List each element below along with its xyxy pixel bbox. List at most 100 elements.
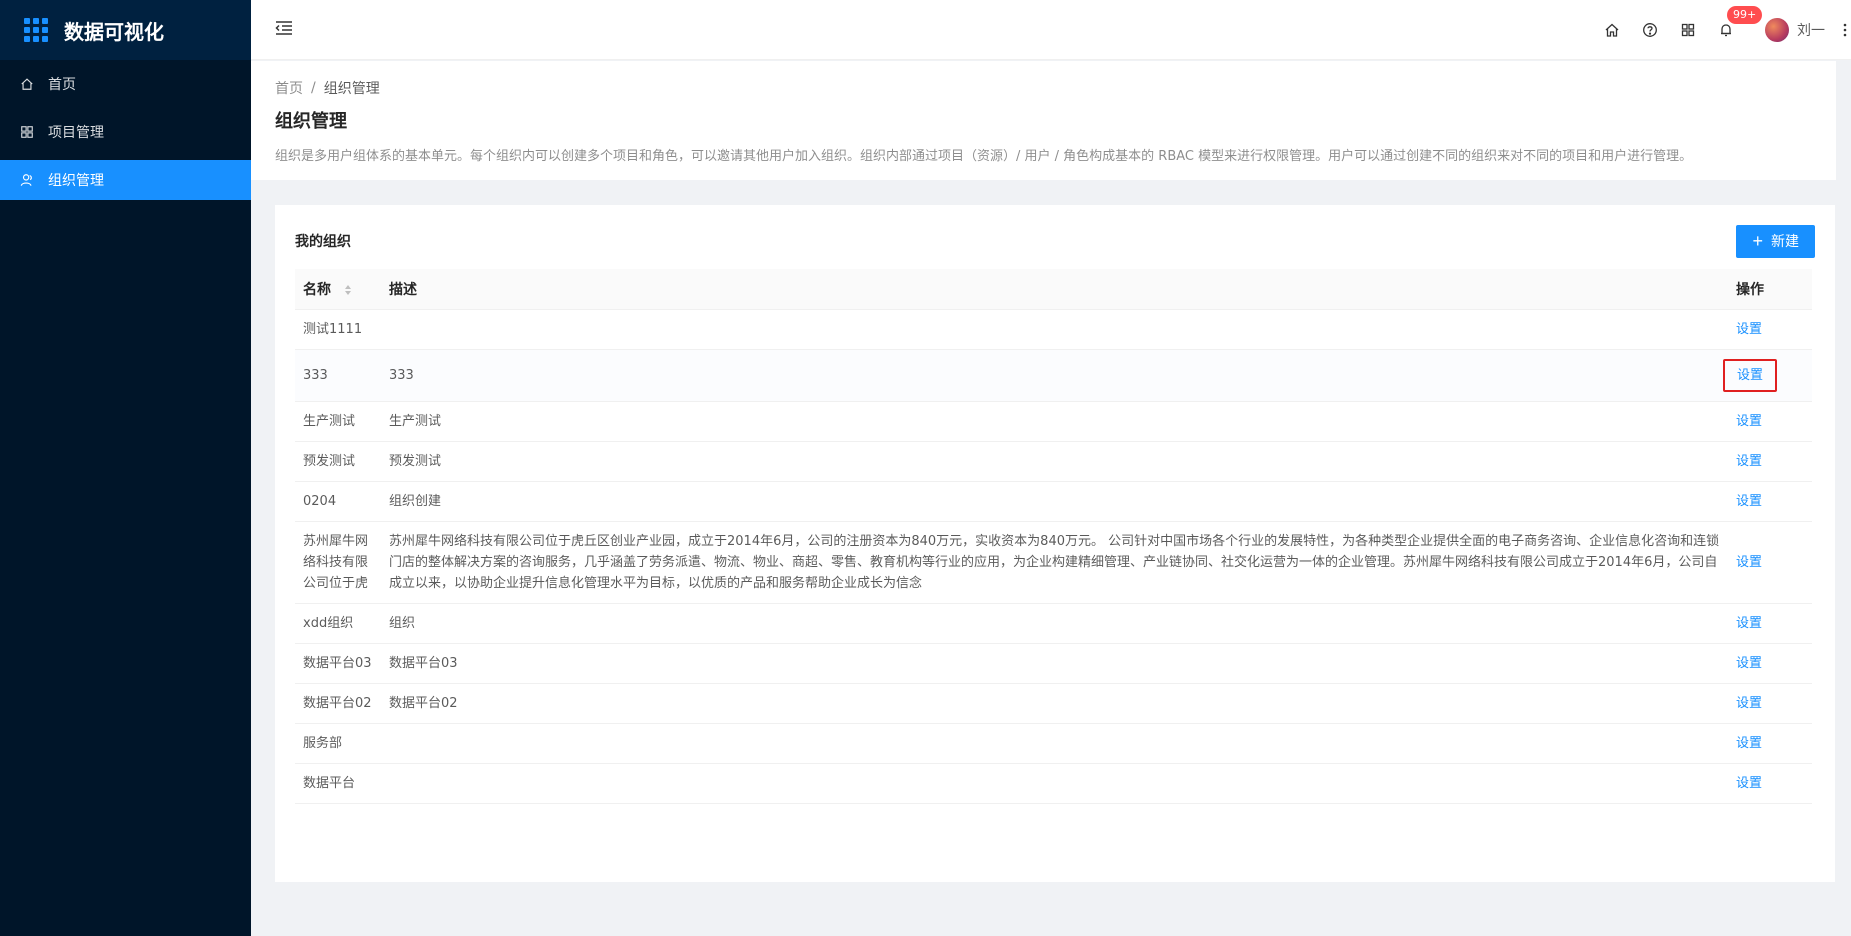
table-row: 苏州犀牛网络科技有限公司位于虎 苏州犀牛网络科技有限公司位于虎丘区创业产业园，成… xyxy=(295,521,1812,604)
home-icon[interactable] xyxy=(1593,0,1631,60)
org-description: 333 xyxy=(381,349,1728,402)
table-row: 数据平台 设置 xyxy=(295,763,1812,804)
settings-link[interactable]: 设置 xyxy=(1736,653,1762,674)
page-header: 首页 / 组织管理 组织管理 组织是多用户组体系的基本单元。每个组织内可以创建多… xyxy=(251,61,1836,180)
grid-icon xyxy=(20,125,34,139)
sidebar: 数据可视化 首页 项目管理 组织管理 xyxy=(0,0,251,936)
user-menu[interactable]: 刘一 xyxy=(1765,18,1825,42)
settings-link[interactable]: 设置 xyxy=(1736,319,1762,340)
user-name: 刘一 xyxy=(1797,23,1825,39)
org-name: 预发测试 xyxy=(295,441,381,482)
org-description: 数据平台02 xyxy=(381,683,1728,724)
org-description: 组织创建 xyxy=(381,481,1728,522)
column-header-op: 操作 xyxy=(1728,269,1812,310)
op-cell: 设置 xyxy=(1728,603,1812,644)
op-cell: 设置 xyxy=(1728,401,1812,442)
org-description xyxy=(381,723,1728,764)
table-row: 0204 组织创建 设置 xyxy=(295,481,1812,522)
op-cell: 设置 xyxy=(1728,643,1812,684)
sidebar-item-label: 组织管理 xyxy=(48,173,104,189)
settings-link[interactable]: 设置 xyxy=(1736,693,1762,714)
op-cell: 设置 xyxy=(1728,723,1812,764)
sidebar-item-projects[interactable]: 项目管理 xyxy=(0,112,251,152)
org-name: 数据平台 xyxy=(295,763,381,804)
plus-icon: + xyxy=(1752,231,1763,251)
header-actions: 99+ 刘一 xyxy=(1593,0,1851,60)
table-row: 预发测试 预发测试 设置 xyxy=(295,441,1812,482)
bell-icon[interactable]: 99+ xyxy=(1707,0,1763,60)
org-name: 数据平台03 xyxy=(295,643,381,684)
column-header-desc: 描述 xyxy=(381,269,1728,310)
table-header-row: 名称 描述 操作 xyxy=(295,269,1812,310)
top-header: 99+ 刘一 xyxy=(251,0,1851,60)
avatar xyxy=(1765,18,1789,42)
table-row: 生产测试 生产测试 设置 xyxy=(295,401,1812,442)
org-description: 预发测试 xyxy=(381,441,1728,482)
settings-link[interactable]: 设置 xyxy=(1736,411,1762,432)
notification-badge: 99+ xyxy=(1727,6,1763,24)
home-icon xyxy=(20,77,34,91)
org-name: 0204 xyxy=(295,481,381,522)
settings-link[interactable]: 设置 xyxy=(1736,491,1762,512)
settings-link[interactable]: 设置 xyxy=(1736,552,1762,573)
column-header-label: 名称 xyxy=(303,281,331,298)
help-icon[interactable] xyxy=(1631,0,1669,60)
table-row: 数据平台02 数据平台02 设置 xyxy=(295,683,1812,724)
org-description: 生产测试 xyxy=(381,401,1728,442)
op-cell: 设置 xyxy=(1728,309,1812,350)
org-name: 数据平台02 xyxy=(295,683,381,724)
organizations-table: 名称 描述 操作 测试1111 设置 333 333 设置 生产测试 生产测试 xyxy=(295,269,1812,804)
org-name: 服务部 xyxy=(295,723,381,764)
column-header-name[interactable]: 名称 xyxy=(295,269,381,310)
settings-link[interactable]: 设置 xyxy=(1736,733,1762,754)
sidebar-item-organizations[interactable]: 组织管理 xyxy=(0,160,251,200)
new-button-label: 新建 xyxy=(1771,233,1799,249)
team-icon xyxy=(20,173,34,187)
org-name: 333 xyxy=(295,349,381,402)
new-organization-button[interactable]: + 新建 xyxy=(1736,224,1815,258)
op-cell: 设置 xyxy=(1723,349,1812,402)
card-title: 我的组织 xyxy=(295,234,351,250)
breadcrumb: 首页 / 组织管理 xyxy=(275,77,1812,99)
breadcrumb-home[interactable]: 首页 xyxy=(275,78,303,98)
app-title: 数据可视化 xyxy=(64,19,164,44)
page-description: 组织是多用户组体系的基本单元。每个组织内可以创建多个项目和角色，可以邀请其他用户… xyxy=(275,149,1693,164)
op-cell: 设置 xyxy=(1728,683,1812,724)
table-row: 测试1111 设置 xyxy=(295,309,1812,350)
sidebar-item-home[interactable]: 首页 xyxy=(0,64,251,104)
settings-link-highlighted[interactable]: 设置 xyxy=(1723,358,1778,392)
org-name: 苏州犀牛网络科技有限公司位于虎 xyxy=(295,521,381,604)
sidebar-item-label: 首页 xyxy=(48,77,76,93)
org-description xyxy=(381,309,1728,350)
page-title: 组织管理 xyxy=(275,111,347,132)
breadcrumb-separator: / xyxy=(311,80,316,96)
table-row: xdd组织 组织 设置 xyxy=(295,603,1812,644)
org-name: xdd组织 xyxy=(295,603,381,644)
settings-link[interactable]: 设置 xyxy=(1736,773,1762,794)
menu-fold-icon[interactable] xyxy=(273,17,295,39)
sidebar-item-label: 项目管理 xyxy=(48,125,104,141)
org-description: 数据平台03 xyxy=(381,643,1728,684)
op-cell: 设置 xyxy=(1728,763,1812,804)
more-icon[interactable] xyxy=(1839,0,1851,60)
op-cell: 设置 xyxy=(1728,521,1812,604)
org-name: 生产测试 xyxy=(295,401,381,442)
table-row: 数据平台03 数据平台03 设置 xyxy=(295,643,1812,684)
op-cell: 设置 xyxy=(1728,441,1812,482)
sidebar-menu: 首页 项目管理 组织管理 xyxy=(0,64,251,200)
op-cell: 设置 xyxy=(1728,481,1812,522)
apps-icon[interactable] xyxy=(1669,0,1707,60)
breadcrumb-current: 组织管理 xyxy=(323,81,380,97)
org-description: 苏州犀牛网络科技有限公司位于虎丘区创业产业园，成立于2014年6月，公司的注册资… xyxy=(381,521,1728,604)
org-description xyxy=(381,763,1728,804)
settings-link[interactable]: 设置 xyxy=(1736,613,1762,634)
table-row: 333 333 设置 xyxy=(295,349,1812,402)
organizations-card: 我的组织 + 新建 名称 描述 操作 测试1111 设置 333 333 设置 … xyxy=(275,205,1835,882)
card-header: 我的组织 + 新建 xyxy=(295,223,1815,259)
table-row: 服务部 设置 xyxy=(295,723,1812,764)
org-description: 组织 xyxy=(381,603,1728,644)
logo[interactable]: 数据可视化 xyxy=(0,0,251,60)
org-name: 测试1111 xyxy=(295,309,381,350)
settings-link[interactable]: 设置 xyxy=(1736,451,1762,472)
sort-icon[interactable] xyxy=(344,284,352,296)
